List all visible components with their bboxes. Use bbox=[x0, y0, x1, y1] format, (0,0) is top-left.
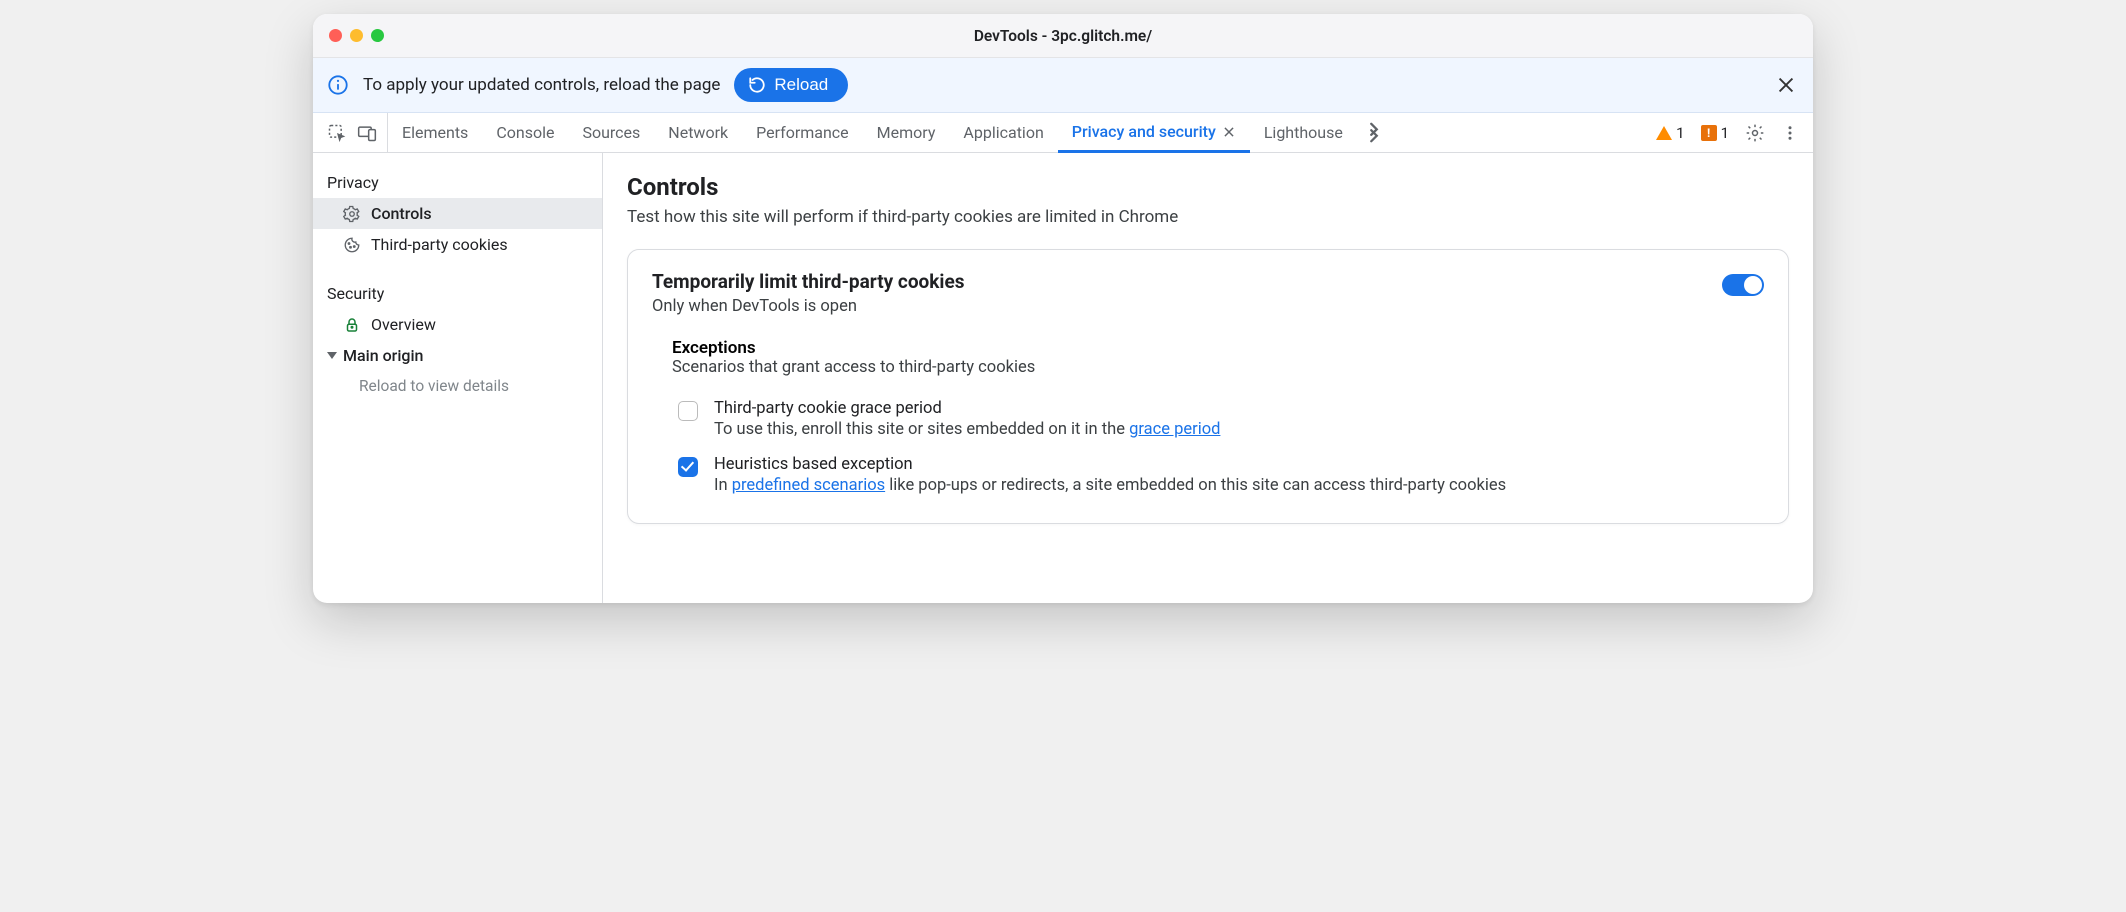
predefined-scenarios-link[interactable]: predefined scenarios bbox=[732, 476, 885, 495]
sidebar-group-privacy: Privacy bbox=[313, 165, 602, 198]
reload-button[interactable]: Reload bbox=[734, 68, 848, 102]
settings-icon[interactable] bbox=[1745, 123, 1765, 143]
sidebar-group-security: Security bbox=[313, 276, 602, 309]
sidebar-reload-hint: Reload to view details bbox=[313, 371, 602, 401]
tab-network[interactable]: Network bbox=[654, 113, 742, 152]
reload-info-banner: To apply your updated controls, reload t… bbox=[313, 58, 1813, 113]
cookie-icon bbox=[343, 236, 361, 254]
window-titlebar: DevTools - 3pc.glitch.me/ bbox=[313, 14, 1813, 58]
exception-row-desc: In predefined scenarios like pop-ups or … bbox=[714, 476, 1506, 495]
device-toolbar-icon[interactable] bbox=[357, 123, 377, 143]
gear-icon bbox=[343, 205, 361, 223]
issues-count: 1 bbox=[1721, 124, 1729, 142]
page-heading: Controls bbox=[627, 173, 1789, 201]
tab-privacy-and-security[interactable]: Privacy and security bbox=[1058, 114, 1250, 153]
card-title: Temporarily limit third-party cookies bbox=[652, 270, 1702, 293]
issues-icon: ! bbox=[1701, 125, 1717, 141]
tab-performance[interactable]: Performance bbox=[742, 113, 863, 152]
close-window-button[interactable] bbox=[329, 29, 342, 42]
exception-row-title: Third-party cookie grace period bbox=[714, 399, 1220, 418]
more-menu-icon[interactable] bbox=[1781, 124, 1799, 142]
tab-application[interactable]: Application bbox=[949, 113, 1057, 152]
warnings-indicator[interactable]: 1 bbox=[1656, 124, 1684, 142]
heuristics-checkbox[interactable] bbox=[678, 457, 698, 477]
card-subtitle: Only when DevTools is open bbox=[652, 297, 1702, 316]
tab-lighthouse[interactable]: Lighthouse bbox=[1250, 113, 1357, 152]
sidebar-item-label: Third-party cookies bbox=[371, 235, 508, 254]
sidebar-item-label: Main origin bbox=[343, 346, 423, 365]
zoom-window-button[interactable] bbox=[371, 29, 384, 42]
exception-heuristics-row: Heuristics based exception In predefined… bbox=[678, 447, 1764, 503]
warning-icon bbox=[1656, 126, 1672, 140]
exception-grace-period-row: Third-party cookie grace period To use t… bbox=[678, 391, 1764, 447]
minimize-window-button[interactable] bbox=[350, 29, 363, 42]
privacy-sidebar: Privacy Controls Third-party co bbox=[313, 153, 603, 603]
tabs-overflow-button[interactable] bbox=[1357, 113, 1391, 152]
sidebar-item-controls[interactable]: Controls bbox=[313, 198, 602, 229]
grace-period-checkbox[interactable] bbox=[678, 401, 698, 421]
devtools-tabbar: Elements Console Sources Network Perform… bbox=[313, 113, 1813, 153]
limit-3pc-card: Temporarily limit third-party cookies On… bbox=[627, 249, 1789, 524]
tab-close-icon[interactable] bbox=[1222, 125, 1236, 139]
exception-row-desc: To use this, enroll this site or sites e… bbox=[714, 420, 1220, 439]
limit-3pc-toggle[interactable] bbox=[1722, 274, 1764, 296]
sidebar-item-main-origin[interactable]: Main origin bbox=[313, 340, 602, 371]
sidebar-item-overview[interactable]: Overview bbox=[313, 309, 602, 340]
warnings-count: 1 bbox=[1676, 124, 1684, 142]
sidebar-item-third-party-cookies[interactable]: Third-party cookies bbox=[313, 229, 602, 260]
tab-elements[interactable]: Elements bbox=[388, 113, 482, 152]
controls-content: Controls Test how this site will perform… bbox=[603, 153, 1813, 603]
caret-down-icon bbox=[327, 352, 337, 359]
reload-button-label: Reload bbox=[774, 75, 828, 95]
tab-sources[interactable]: Sources bbox=[568, 113, 654, 152]
sidebar-item-label: Controls bbox=[371, 204, 432, 223]
exception-row-title: Heuristics based exception bbox=[714, 455, 1506, 474]
inspect-element-icon[interactable] bbox=[327, 123, 347, 143]
banner-message: To apply your updated controls, reload t… bbox=[363, 75, 720, 95]
traffic-lights bbox=[329, 29, 384, 42]
page-subtext: Test how this site will perform if third… bbox=[627, 207, 1789, 227]
exceptions-subtext: Scenarios that grant access to third-par… bbox=[672, 358, 1764, 377]
exceptions-heading: Exceptions bbox=[672, 338, 1764, 358]
window-title: DevTools - 3pc.glitch.me/ bbox=[313, 27, 1813, 45]
tab-console[interactable]: Console bbox=[482, 113, 568, 152]
tab-memory[interactable]: Memory bbox=[863, 113, 950, 152]
panel-body: Privacy Controls Third-party co bbox=[313, 153, 1813, 603]
lock-icon bbox=[343, 316, 361, 334]
sidebar-item-label: Overview bbox=[371, 315, 436, 334]
devtools-window: DevTools - 3pc.glitch.me/ To apply your … bbox=[313, 14, 1813, 603]
banner-close-button[interactable] bbox=[1775, 74, 1797, 96]
reload-icon bbox=[748, 76, 766, 94]
grace-period-link[interactable]: grace period bbox=[1129, 420, 1220, 439]
tab-label: Privacy and security bbox=[1072, 122, 1216, 141]
info-icon bbox=[327, 74, 349, 96]
issues-indicator[interactable]: ! 1 bbox=[1701, 124, 1729, 142]
